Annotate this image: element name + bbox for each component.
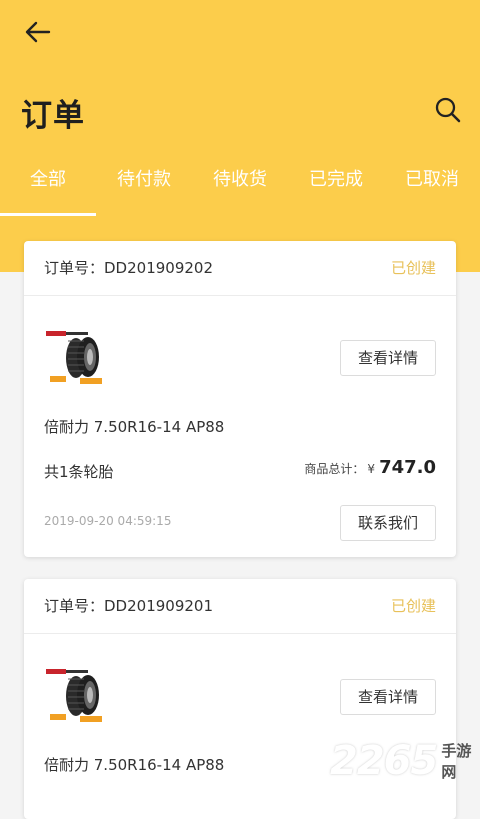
total-label: 商品总计： xyxy=(304,462,365,476)
watermark-number: 2265 xyxy=(330,738,438,784)
order-card: 订单号：DD201909202 已创建 查看详情 倍耐力 7.50R16-14 … xyxy=(24,241,456,557)
header-bar: 订单 全部 待付款 待收货 已完成 已取消 xyxy=(0,0,480,272)
order-number: 订单号：DD201909201 xyxy=(44,597,213,615)
order-card-header: 订单号：DD201909202 已创建 xyxy=(24,241,456,296)
tire-product-image[interactable] xyxy=(46,669,108,725)
view-details-button[interactable]: 查看详情 xyxy=(340,679,436,715)
tab-all[interactable]: 全部 xyxy=(0,162,96,198)
order-tabs: 全部 待付款 待收货 已完成 已取消 xyxy=(0,162,480,216)
tire-product-image[interactable] xyxy=(46,331,108,387)
order-total: 商品总计： ¥ 747.0 xyxy=(304,457,436,478)
search-button[interactable] xyxy=(430,92,466,128)
order-card-header: 订单号：DD201909201 已创建 xyxy=(24,579,456,634)
view-details-button[interactable]: 查看详情 xyxy=(340,340,436,376)
order-timestamp: 2019-09-20 04:59:15 xyxy=(44,514,172,528)
back-button[interactable] xyxy=(18,14,58,50)
contact-us-button[interactable]: 联系我们 xyxy=(340,505,436,541)
site-watermark: 2265 手游网 xyxy=(330,736,480,786)
watermark-text: 手游网 xyxy=(441,742,472,781)
order-status: 已创建 xyxy=(390,259,436,277)
total-amount: 747.0 xyxy=(379,457,436,478)
product-name: 倍耐力 7.50R16-14 AP88 xyxy=(44,418,225,436)
tab-completed[interactable]: 已完成 xyxy=(288,162,384,198)
tab-pending-receipt[interactable]: 待收货 xyxy=(192,162,288,198)
tab-pending-payment[interactable]: 待付款 xyxy=(96,162,192,198)
arrow-left-icon xyxy=(25,21,51,43)
search-icon xyxy=(435,97,461,123)
order-status: 已创建 xyxy=(390,597,436,615)
currency-symbol: ¥ xyxy=(367,462,376,476)
active-tab-indicator xyxy=(0,213,96,216)
item-count: 共1条轮胎 xyxy=(44,463,114,481)
product-name: 倍耐力 7.50R16-14 AP88 xyxy=(44,756,225,774)
order-number: 订单号：DD201909202 xyxy=(44,259,213,277)
tab-cancelled[interactable]: 已取消 xyxy=(384,162,480,198)
page-title: 订单 xyxy=(21,98,85,134)
